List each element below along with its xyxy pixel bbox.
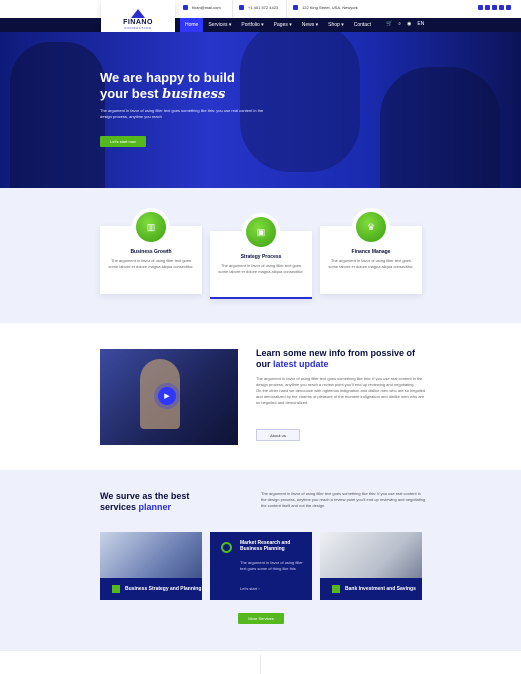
divider xyxy=(286,0,287,18)
hero-banner: We are happy to build your best business… xyxy=(0,32,521,188)
latest-update-section: ▶ Learn some new info from possive of ou… xyxy=(0,323,521,470)
target-icon xyxy=(221,542,232,553)
hero-person-silhouette xyxy=(380,67,500,188)
twitter-icon[interactable] xyxy=(485,5,490,10)
feature-desc: The argument in favor of using filler te… xyxy=(108,258,194,269)
services-description: The argument in favor of using filler te… xyxy=(261,491,426,508)
about-us-button[interactable]: About us xyxy=(256,429,300,441)
hero-title-line2: your best xyxy=(100,86,163,101)
presentation-icon: ▣ xyxy=(246,217,276,247)
feature-title: Strategy Process xyxy=(240,254,282,260)
email-info[interactable]: finan@mail.com xyxy=(183,5,221,10)
growth-icon xyxy=(112,585,120,593)
service-title: Bank Investment and Savings xyxy=(345,586,416,592)
main-navbar: Home Services ▾ Portfolio ▾ Pages ▾ News… xyxy=(0,18,521,32)
service-label: Business Strategy and Planning xyxy=(100,578,202,600)
facebook-icon[interactable] xyxy=(478,5,483,10)
hero-cta-button[interactable]: Let's start now xyxy=(100,136,146,147)
service-title: Market Research and Business Planning xyxy=(240,540,291,552)
logo-name: FINANO xyxy=(123,18,153,26)
flag-icon[interactable]: ◉ xyxy=(407,21,411,27)
services-title: We surve as the best services planner xyxy=(100,491,240,513)
feature-title: Business Growth xyxy=(130,249,172,255)
phone-info[interactable]: +1 401 572 4423 xyxy=(239,5,278,10)
address-text: 122 King Street, USA, Newyork xyxy=(302,5,358,10)
nav-item-services[interactable]: Services ▾ xyxy=(203,18,236,32)
news-title: Learn some new info from possive of our … xyxy=(256,348,426,370)
instagram-icon[interactable] xyxy=(506,5,511,10)
hero-title: We are happy to build your best business xyxy=(100,70,300,103)
divider xyxy=(260,655,261,674)
service-title: Business Strategy and Planning xyxy=(125,586,202,592)
service-card-market-research[interactable]: Market Research and Business Planning Th… xyxy=(210,532,312,600)
service-link[interactable]: Let's start › xyxy=(240,586,260,591)
address-info: 122 King Street, USA, Newyork xyxy=(293,5,358,10)
phone-text: +1 401 572 4423 xyxy=(248,5,279,10)
services-section: We surve as the best services planner Th… xyxy=(0,470,521,650)
logo-subtitle: CONSULTING xyxy=(124,25,152,30)
bank-icon xyxy=(332,585,340,593)
news-title-highlight: latest update xyxy=(273,359,329,369)
main-nav: Home Services ▾ Portfolio ▾ Pages ▾ News… xyxy=(180,18,376,32)
services-title-line1: We surve as the best xyxy=(100,491,190,501)
news-title-line1: Learn some new info from possive of xyxy=(256,348,416,358)
nav-item-news[interactable]: News ▾ xyxy=(297,18,323,32)
logo-mark-icon xyxy=(131,8,145,18)
news-desc-2: On the other hand we denounce with right… xyxy=(256,388,426,405)
divider xyxy=(232,0,233,18)
linkedin-icon[interactable] xyxy=(499,5,504,10)
location-icon xyxy=(293,5,298,10)
chart-icon: ▥ xyxy=(136,212,166,242)
nav-icons: 🛒 ⌕ ◉ EN xyxy=(386,21,424,27)
service-card-strategy[interactable]: Business Strategy and Planning xyxy=(100,532,202,600)
news-title-plain: our xyxy=(256,359,273,369)
features-section: ▥ Business Growth The argument in favor … xyxy=(0,188,521,323)
nav-item-home[interactable]: Home xyxy=(180,18,204,32)
service-label: Bank Investment and Savings xyxy=(320,578,422,600)
nav-item-shop[interactable]: Shop ▾ xyxy=(323,18,349,32)
hero-title-italic: business xyxy=(162,87,226,102)
google-icon[interactable] xyxy=(492,5,497,10)
service-card-bank[interactable]: Bank Investment and Savings xyxy=(320,532,422,600)
services-title-highlight: planner xyxy=(138,502,172,512)
mail-icon xyxy=(183,5,188,10)
nav-item-pages[interactable]: Pages ▾ xyxy=(269,18,297,32)
nav-item-portfolio[interactable]: Portfolio ▾ xyxy=(236,18,268,32)
play-icon[interactable]: ▶ xyxy=(158,387,176,405)
news-desc-1: The argument in favor of using filler te… xyxy=(256,376,423,387)
hero-person-silhouette xyxy=(10,42,105,188)
feature-card-finance[interactable]: ♛ Finance Manage The argument in favor o… xyxy=(320,212,422,294)
nav-item-contact[interactable]: Contact xyxy=(349,18,376,32)
feature-card-strategy[interactable]: ▣ Strategy Process The argument in favor… xyxy=(210,217,312,299)
feature-title: Finance Manage xyxy=(351,249,391,255)
feature-card-growth[interactable]: ▥ Business Growth The argument in favor … xyxy=(100,212,202,294)
active-indicator xyxy=(210,297,312,299)
phone-icon xyxy=(239,5,244,10)
more-services-button[interactable]: More Services xyxy=(238,613,284,624)
service-desc: The argument in favor of using filler te… xyxy=(240,560,303,571)
feature-desc: The argument in favor of using filler te… xyxy=(328,258,414,269)
language-label[interactable]: EN xyxy=(417,21,424,27)
footer-band xyxy=(0,650,521,674)
feature-desc: The argument in favor of using filler te… xyxy=(218,263,304,274)
cart-icon[interactable]: 🛒 xyxy=(386,21,392,27)
email-text: finan@mail.com xyxy=(192,5,221,10)
hero-description: The argument in favor of using filler te… xyxy=(100,108,264,119)
video-thumbnail[interactable]: ▶ xyxy=(100,349,238,445)
top-info-bar: finan@mail.com +1 401 572 4423 122 King … xyxy=(0,0,521,18)
hero-title-line1: We are happy to build xyxy=(100,70,235,85)
search-icon[interactable]: ⌕ xyxy=(398,21,401,27)
social-links xyxy=(478,5,511,10)
services-title-plain: services xyxy=(100,502,139,512)
news-description: The argument in favor of using filler te… xyxy=(256,376,426,406)
crown-icon: ♛ xyxy=(356,212,386,242)
